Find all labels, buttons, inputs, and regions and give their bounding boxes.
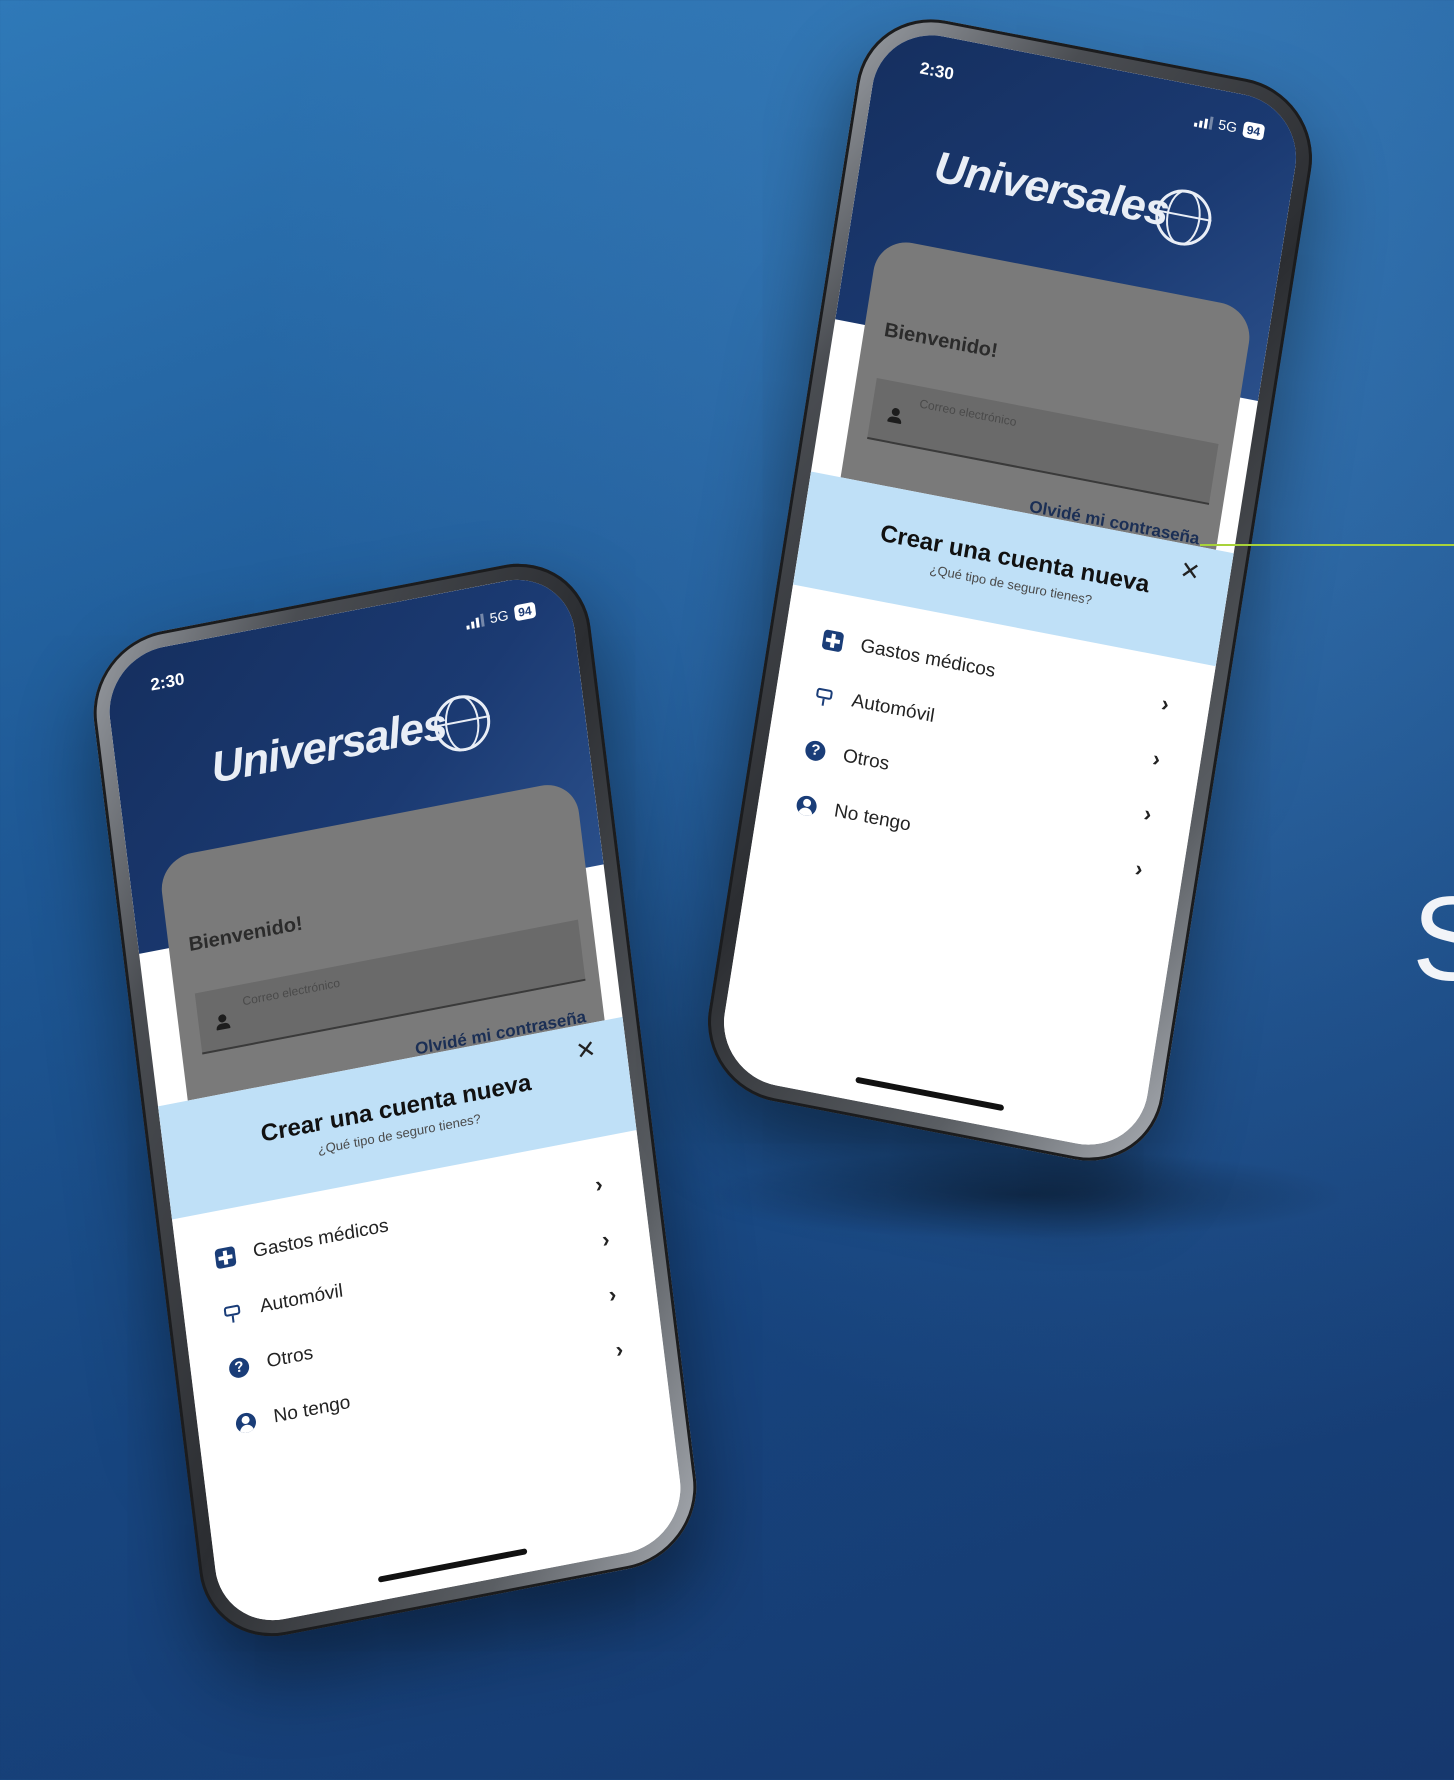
chevron-right-icon: ›: [593, 1171, 605, 1198]
car-icon: [221, 1301, 243, 1325]
medical-cross-icon: [821, 629, 845, 653]
option-label: Otros: [841, 745, 891, 775]
create-account-sheet: ✕ Crear una cuenta nueva ¿Qué tipo de se…: [715, 471, 1234, 1156]
battery-icon: 94: [1241, 120, 1266, 141]
option-label: Otros: [265, 1342, 315, 1373]
car-icon: [813, 684, 836, 707]
option-label: Automóvil: [850, 690, 936, 727]
email-placeholder: Correo electrónico: [241, 975, 341, 1009]
callout-line: [1200, 544, 1454, 546]
option-label: Gastos médicos: [858, 635, 997, 682]
question-icon: ?: [228, 1356, 251, 1380]
person-icon: [214, 1013, 232, 1032]
medical-cross-icon: [214, 1245, 237, 1270]
signal-icon: [1193, 113, 1214, 130]
phone-screen: 2:30 5G 94 Universales Bienvenido! Corre…: [102, 569, 688, 1631]
chevron-right-icon: ›: [607, 1281, 618, 1308]
welcome-title: Bienvenido!: [882, 319, 1000, 363]
signal-icon: [465, 613, 485, 630]
option-label: No tengo: [832, 800, 913, 836]
chevron-right-icon: ›: [600, 1226, 611, 1253]
email-field[interactable]: Correo electrónico: [867, 377, 1219, 505]
option-label: Automóvil: [258, 1280, 345, 1318]
chevron-right-icon: ›: [1142, 800, 1154, 827]
network-label: 5G: [488, 606, 510, 627]
user-circle-icon: [234, 1411, 258, 1435]
battery-icon: 94: [513, 601, 537, 622]
chevron-right-icon: ›: [1159, 690, 1171, 717]
question-icon: ?: [803, 739, 827, 763]
person-icon: [886, 407, 904, 426]
user-circle-icon: [795, 794, 819, 818]
chevron-right-icon: ›: [1133, 855, 1145, 882]
email-placeholder: Correo electrónico: [918, 396, 1018, 430]
option-label: No tengo: [272, 1391, 352, 1428]
create-account-sheet: ✕ Crear una cuenta nueva ¿Qué tipo de se…: [157, 1016, 688, 1631]
chevron-right-icon: ›: [614, 1336, 625, 1363]
chevron-right-icon: ›: [1150, 745, 1163, 772]
side-heading-fragment: S: [1412, 872, 1454, 1006]
option-label: Gastos médicos: [251, 1215, 390, 1263]
welcome-title: Bienvenido!: [187, 912, 304, 957]
network-label: 5G: [1217, 116, 1239, 136]
phone-shadow: [700, 1150, 1350, 1240]
